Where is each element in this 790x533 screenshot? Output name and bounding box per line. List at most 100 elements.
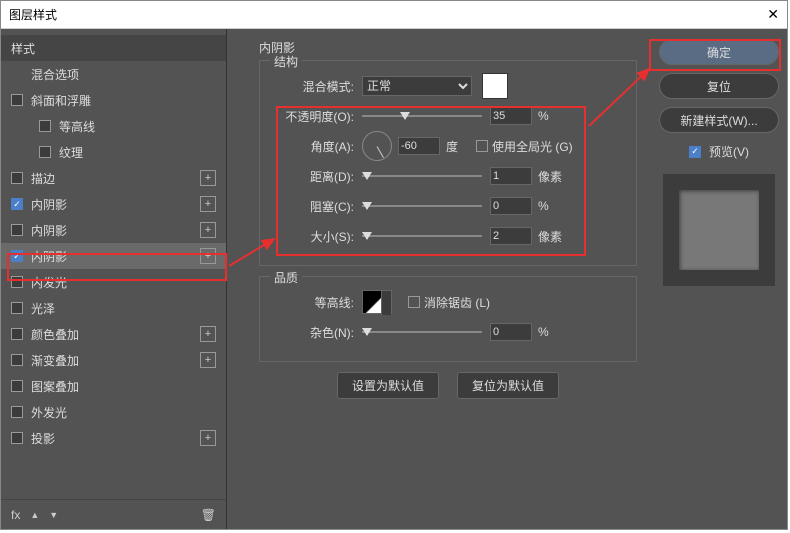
sidebar-item-label: 颜色叠加	[31, 326, 79, 343]
sidebar-item-5[interactable]: 内阴影 +	[1, 191, 226, 217]
cancel-button[interactable]: 复位	[659, 73, 779, 99]
fx-icon[interactable]: fx	[11, 508, 20, 522]
sidebar-item-label: 外发光	[31, 404, 67, 421]
sidebar-item-label: 混合选项	[31, 66, 79, 83]
sidebar-item-label: 内阴影	[31, 248, 67, 265]
sidebar-item-10[interactable]: 颜色叠加 +	[1, 321, 226, 347]
sidebar-item-1[interactable]: 斜面和浮雕	[1, 87, 226, 113]
sidebar-item-label: 渐变叠加	[31, 352, 79, 369]
color-swatch[interactable]	[482, 73, 508, 99]
sidebar-item-checkbox[interactable]	[11, 354, 23, 366]
preview-label: 预览(V)	[709, 143, 749, 160]
main-panel: 内阴影 结构 混合模式: 正常 不透明度(O): % 角度(A):	[227, 29, 651, 529]
sidebar-item-12[interactable]: 图案叠加	[1, 373, 226, 399]
up-icon[interactable]: ▲	[30, 510, 39, 520]
sidebar-item-label: 斜面和浮雕	[31, 92, 91, 109]
sidebar-item-11[interactable]: 渐变叠加 +	[1, 347, 226, 373]
choke-unit: %	[538, 199, 568, 213]
sidebar-footer: fx ▲ ▼ 🗑	[1, 499, 226, 529]
contour-picker[interactable]	[362, 290, 392, 314]
sidebar-item-checkbox[interactable]	[11, 172, 23, 184]
sidebar-item-checkbox[interactable]	[11, 302, 23, 314]
sidebar-header[interactable]: 样式	[1, 35, 226, 61]
sidebar-item-checkbox[interactable]	[39, 146, 51, 158]
noise-slider[interactable]	[362, 324, 482, 340]
angle-input[interactable]	[398, 137, 440, 155]
add-effect-icon[interactable]: +	[200, 196, 216, 212]
sidebar-item-checkbox[interactable]	[11, 250, 23, 262]
sidebar-item-13[interactable]: 外发光	[1, 399, 226, 425]
ok-button[interactable]: 确定	[659, 39, 779, 65]
add-effect-icon[interactable]: +	[200, 326, 216, 342]
sidebar-item-8[interactable]: 内发光	[1, 269, 226, 295]
sidebar-item-label: 内阴影	[31, 222, 67, 239]
global-light-label: 使用全局光 (G)	[492, 138, 573, 155]
sidebar-item-14[interactable]: 投影 +	[1, 425, 226, 451]
choke-slider[interactable]	[362, 198, 482, 214]
quality-label: 品质	[270, 269, 302, 286]
structure-label: 结构	[270, 53, 302, 70]
styles-sidebar: 样式 混合选项斜面和浮雕等高线纹理描边 + 内阴影 + 内阴影 + 内阴影 + 内发光光泽颜色叠…	[1, 29, 227, 529]
size-label: 大小(S):	[272, 228, 354, 245]
sidebar-item-3[interactable]: 纹理	[1, 139, 226, 165]
new-style-button[interactable]: 新建样式(W)...	[659, 107, 779, 133]
add-effect-icon[interactable]: +	[200, 222, 216, 238]
sidebar-item-7[interactable]: 内阴影 +	[1, 243, 226, 269]
sidebar-item-label: 图案叠加	[31, 378, 79, 395]
quality-fieldset: 品质 等高线: 消除锯齿 (L) 杂色(N): %	[259, 276, 637, 362]
angle-dial[interactable]	[362, 131, 392, 161]
sidebar-item-4[interactable]: 描边 +	[1, 165, 226, 191]
sidebar-item-checkbox[interactable]	[11, 224, 23, 236]
sidebar-header-label: 样式	[11, 40, 35, 57]
structure-fieldset: 结构 混合模式: 正常 不透明度(O): % 角度(A): 度	[259, 60, 637, 266]
sidebar-item-checkbox[interactable]	[11, 276, 23, 288]
blend-mode-label: 混合模式:	[272, 78, 354, 95]
sidebar-item-label: 内阴影	[31, 196, 67, 213]
noise-label: 杂色(N):	[272, 324, 354, 341]
size-unit: 像素	[538, 228, 568, 245]
sidebar-item-checkbox[interactable]	[11, 380, 23, 392]
noise-input[interactable]	[490, 323, 532, 341]
sidebar-item-2[interactable]: 等高线	[1, 113, 226, 139]
sidebar-item-label: 等高线	[59, 118, 95, 135]
add-effect-icon[interactable]: +	[200, 170, 216, 186]
sidebar-item-checkbox[interactable]	[11, 198, 23, 210]
close-icon[interactable]: ✕	[767, 6, 779, 23]
distance-slider[interactable]	[362, 168, 482, 184]
opacity-slider[interactable]	[362, 108, 482, 124]
sidebar-item-0[interactable]: 混合选项	[1, 61, 226, 87]
sidebar-item-checkbox[interactable]	[11, 328, 23, 340]
opacity-unit: %	[538, 109, 568, 123]
add-effect-icon[interactable]: +	[200, 352, 216, 368]
sidebar-item-checkbox[interactable]	[11, 94, 23, 106]
add-effect-icon[interactable]: +	[200, 430, 216, 446]
sidebar-item-checkbox[interactable]	[11, 432, 23, 444]
sidebar-item-label: 投影	[31, 430, 55, 447]
titlebar: 图层样式 ✕	[1, 1, 787, 29]
set-default-button[interactable]: 设置为默认值	[337, 372, 439, 399]
layer-style-dialog: 图层样式 ✕ 样式 混合选项斜面和浮雕等高线纹理描边+内阴影+内阴影+内阴影+内…	[0, 0, 788, 530]
size-slider[interactable]	[362, 228, 482, 244]
size-input[interactable]	[490, 227, 532, 245]
antialias-label: 消除锯齿 (L)	[424, 294, 490, 311]
sidebar-item-label: 描边	[31, 170, 55, 187]
blend-mode-select[interactable]: 正常	[362, 76, 472, 96]
sidebar-item-label: 光泽	[31, 300, 55, 317]
down-icon[interactable]: ▼	[49, 510, 58, 520]
sidebar-item-9[interactable]: 光泽	[1, 295, 226, 321]
noise-unit: %	[538, 325, 568, 339]
antialias-checkbox[interactable]	[408, 296, 420, 308]
trash-icon[interactable]: 🗑	[201, 508, 216, 522]
opacity-input[interactable]	[490, 107, 532, 125]
global-light-checkbox[interactable]	[476, 140, 488, 152]
sidebar-item-checkbox[interactable]	[11, 406, 23, 418]
sidebar-item-checkbox[interactable]	[39, 120, 51, 132]
preview-inner	[679, 190, 759, 270]
add-effect-icon[interactable]: +	[200, 248, 216, 264]
preview-checkbox[interactable]	[689, 146, 701, 158]
contour-label: 等高线:	[272, 294, 354, 311]
choke-input[interactable]	[490, 197, 532, 215]
sidebar-item-6[interactable]: 内阴影 +	[1, 217, 226, 243]
reset-default-button[interactable]: 复位为默认值	[457, 372, 559, 399]
distance-input[interactable]	[490, 167, 532, 185]
